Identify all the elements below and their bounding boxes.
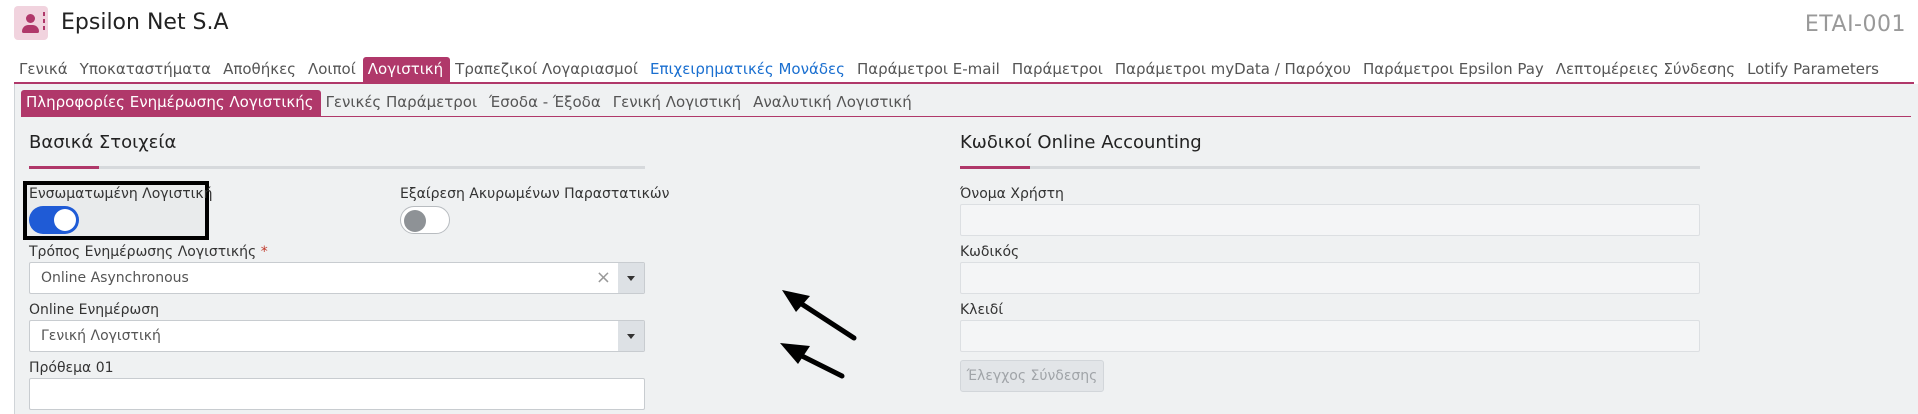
subtab-accounting-update-info[interactable]: Πληροφορίες Ενημέρωσης Λογιστικής bbox=[21, 90, 321, 116]
integrated-accounting-label: Ενσωματωμένη Λογιστική bbox=[29, 186, 213, 202]
username-input[interactable] bbox=[960, 204, 1700, 236]
online-update-select[interactable]: Γενική Λογιστική bbox=[29, 320, 645, 352]
online-accounting-rule bbox=[960, 166, 1700, 169]
tab-epsilon-pay-parameters[interactable]: Παράμετροι Epsilon Pay bbox=[1358, 57, 1551, 82]
subtab-income-expenses[interactable]: Έσοδα - Έξοδα bbox=[484, 90, 608, 116]
password-input[interactable] bbox=[960, 262, 1700, 294]
update-mode-select[interactable]: Online Asynchronous × bbox=[29, 262, 645, 294]
key-input[interactable] bbox=[960, 320, 1700, 352]
key-label: Κλειδί bbox=[960, 302, 1004, 318]
prefix-input[interactable] bbox=[29, 378, 645, 410]
chevron-down-icon[interactable] bbox=[618, 321, 644, 351]
required-marker: * bbox=[260, 244, 268, 260]
subtab-analytic-accounting[interactable]: Αναλυτική Λογιστική bbox=[748, 90, 919, 116]
accounting-panel: Πληροφορίες Ενημέρωσης Λογιστικής Γενικέ… bbox=[14, 84, 1918, 414]
tab-email-parameters[interactable]: Παράμετροι E-mail bbox=[852, 57, 1007, 82]
user-card-icon bbox=[14, 6, 48, 40]
online-update-label: Online Ενημέρωση bbox=[29, 302, 159, 318]
subtab-general-ledger[interactable]: Γενική Λογιστική bbox=[608, 90, 748, 116]
username-label: Όνομα Χρήστη bbox=[960, 186, 1064, 202]
tab-warehouses[interactable]: Αποθήκες bbox=[218, 57, 303, 82]
tab-branches[interactable]: Υποκαταστήματα bbox=[75, 57, 218, 82]
clear-icon[interactable]: × bbox=[596, 267, 611, 288]
tab-lotify-parameters[interactable]: Lotify Parameters bbox=[1742, 57, 1886, 82]
integrated-accounting-toggle[interactable] bbox=[29, 206, 79, 234]
page-title: Epsilon Net S.A bbox=[61, 10, 229, 35]
sub-tabs: Πληροφορίες Ενημέρωσης Λογιστικής Γενικέ… bbox=[21, 90, 919, 116]
tab-general[interactable]: Γενικά bbox=[14, 57, 75, 82]
tab-connection-details[interactable]: Λεπτομέρειες Σύνδεσης bbox=[1551, 57, 1742, 82]
exclude-cancelled-toggle[interactable] bbox=[400, 206, 450, 234]
tab-accounting[interactable]: Λογιστική bbox=[362, 57, 451, 82]
page-header: Epsilon Net S.A ETAI-001 bbox=[0, 0, 1918, 50]
tab-parameters[interactable]: Παράμετροι bbox=[1007, 57, 1110, 82]
exclude-cancelled-label: Εξαίρεση Ακυρωμένων Παραστατικών bbox=[400, 186, 670, 202]
sub-tabs-underline bbox=[21, 116, 1911, 117]
basic-info-title: Βασικά Στοιχεία bbox=[29, 132, 177, 153]
password-label: Κωδικός bbox=[960, 244, 1020, 260]
online-update-value: Γενική Λογιστική bbox=[41, 328, 161, 344]
tab-bank-accounts[interactable]: Τραπεζικοί Λογαριασμοί bbox=[450, 57, 645, 82]
tab-mydata-parameters[interactable]: Παράμετροι myData / Παρόχου bbox=[1110, 57, 1358, 82]
online-accounting-title: Κωδικοί Online Accounting bbox=[960, 132, 1202, 153]
tab-other[interactable]: Λοιποί bbox=[303, 57, 363, 82]
chevron-down-icon[interactable] bbox=[618, 263, 644, 293]
subtab-general-parameters[interactable]: Γενικές Παράμετροι bbox=[321, 90, 484, 116]
main-tabs: Γενικά Υποκαταστήματα Αποθήκες Λοιποί Λο… bbox=[14, 56, 1886, 82]
basic-info-rule bbox=[29, 166, 645, 169]
update-mode-label: Τρόπος Ενημέρωσης Λογιστικής * bbox=[29, 244, 268, 260]
entity-code: ETAI-001 bbox=[1804, 12, 1906, 37]
check-connection-button[interactable]: Έλεγχος Σύνδεσης bbox=[960, 360, 1104, 392]
prefix-label: Πρόθεμα 01 bbox=[29, 360, 114, 376]
tab-business-units[interactable]: Επιχειρηματικές Μονάδες bbox=[645, 57, 852, 82]
update-mode-value: Online Asynchronous bbox=[41, 270, 189, 286]
